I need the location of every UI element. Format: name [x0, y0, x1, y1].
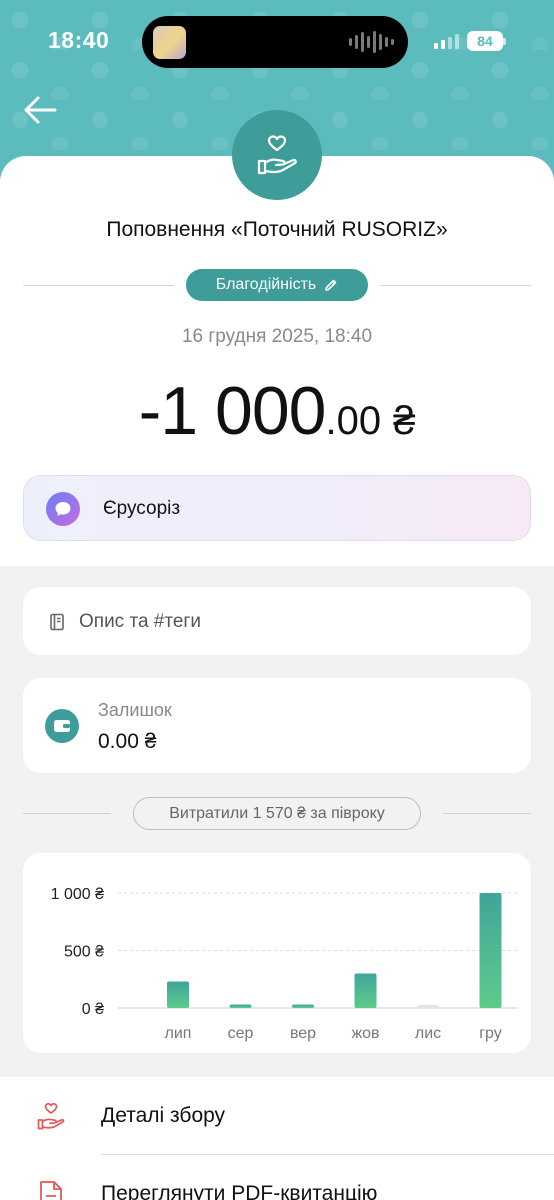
- list-item-label: Переглянути PDF-квитанцію: [101, 1182, 378, 1200]
- y-tick-label: 500 ₴: [64, 944, 104, 961]
- cellular-signal-icon: [434, 34, 459, 49]
- y-tick-label: 1 000 ₴: [51, 886, 104, 903]
- balance-label: Залишок: [98, 700, 172, 720]
- x-tick-label: сер: [228, 1025, 254, 1042]
- amount-main: -1 000: [138, 373, 327, 449]
- x-tick-label: лип: [165, 1025, 192, 1042]
- wallet-icon: [45, 709, 79, 743]
- summary-divider-left: [23, 813, 111, 814]
- audio-waveform-icon: [349, 30, 394, 54]
- chart-bar[interactable]: [417, 1005, 439, 1008]
- divider-left: [23, 285, 174, 286]
- amount-cents: .00: [325, 399, 382, 443]
- description-field[interactable]: Опис та #теги: [23, 587, 531, 655]
- amount-currency: ₴: [393, 399, 416, 443]
- list-item-fundraiser-details[interactable]: Деталі збору: [0, 1077, 554, 1155]
- merchant-card[interactable]: Єрусоріз: [23, 475, 531, 541]
- pdf-document-icon: [40, 1181, 62, 1200]
- back-button[interactable]: [22, 94, 58, 126]
- status-time: 18:40: [48, 27, 110, 53]
- merchant-name: Єрусоріз: [103, 498, 181, 519]
- battery-level: 84: [477, 33, 493, 49]
- charity-hand-icon: [257, 135, 297, 175]
- dynamic-island: [142, 16, 408, 68]
- list-item-label: Деталі збору: [101, 1104, 226, 1127]
- summary-divider-right: [443, 813, 531, 814]
- chart-bar[interactable]: [229, 1004, 252, 1008]
- now-playing-artwork: [153, 26, 186, 59]
- x-tick-label: жов: [351, 1025, 379, 1042]
- spending-chart-svg: 0 ₴ 500 ₴ 1 000 ₴ лип сер вер жов лис гру: [51, 886, 518, 1042]
- balance-card: Залишок 0.00 ₴: [23, 678, 531, 773]
- chart-bar[interactable]: [479, 893, 502, 1008]
- transaction-date: 16 грудня 2025, 18:40: [181, 326, 373, 347]
- x-tick-label: гру: [479, 1025, 502, 1042]
- arrow-left-icon: [24, 96, 57, 124]
- x-tick-label: вер: [290, 1025, 316, 1042]
- balance-value: 0.00 ₴: [98, 730, 157, 753]
- charity-hand-icon: [37, 1102, 65, 1130]
- list-item-pdf-receipt[interactable]: Переглянути PDF-квитанцію: [0, 1155, 554, 1200]
- category-chip[interactable]: Благодійність: [186, 269, 368, 301]
- chart-bar[interactable]: [292, 1004, 314, 1008]
- y-tick-label: 0 ₴: [82, 1001, 104, 1018]
- description-placeholder: Опис та #теги: [79, 611, 201, 632]
- notebook-icon: [50, 613, 64, 631]
- spending-chart: 0 ₴ 500 ₴ 1 000 ₴ лип сер вер жов лис гру: [23, 853, 531, 1053]
- transaction-amount: -1 000.00 ₴: [0, 372, 554, 450]
- chart-bar[interactable]: [167, 981, 189, 1008]
- x-tick-label: лис: [415, 1025, 441, 1042]
- divider-right: [380, 285, 531, 286]
- spending-summary-pill[interactable]: Витратили 1 570 ₴ за півроку: [133, 797, 421, 830]
- chart-bar[interactable]: [354, 973, 377, 1009]
- category-label: Благодійність: [215, 276, 317, 293]
- status-bar: 18:40 84: [0, 0, 554, 84]
- category-avatar: [232, 110, 322, 200]
- transaction-title: Поповнення «Поточний RUSORIZ»: [106, 218, 448, 241]
- chat-bubble-icon: [46, 492, 80, 526]
- battery-icon: 84: [467, 31, 506, 51]
- pencil-icon: [325, 279, 337, 291]
